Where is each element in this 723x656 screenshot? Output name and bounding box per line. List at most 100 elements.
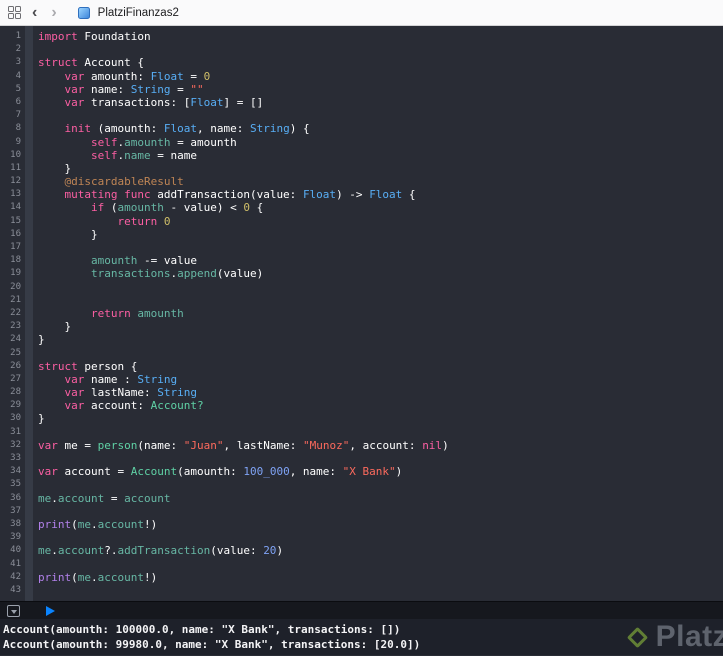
code-line[interactable]: 3 struct Account {	[0, 56, 723, 69]
line-number[interactable]: 15	[0, 215, 25, 228]
line-number[interactable]: 9	[0, 136, 25, 149]
console-area[interactable]: Account(amounth: 100000.0, name: "X Bank…	[0, 619, 723, 655]
code-line[interactable]: 14 if (amounth - value) < 0 {	[0, 201, 723, 214]
line-number[interactable]: 27	[0, 373, 25, 386]
line-number[interactable]: 7	[0, 109, 25, 122]
line-number[interactable]: 29	[0, 399, 25, 412]
code-line[interactable]: 33	[0, 452, 723, 465]
fold-ribbon-segment	[25, 571, 33, 584]
forward-button[interactable]: ›	[48, 4, 59, 21]
code-token: Float	[150, 69, 184, 83]
line-number[interactable]: 14	[0, 201, 25, 214]
code-line[interactable]: 29 var account: Account?	[0, 399, 723, 412]
line-number[interactable]: 17	[0, 241, 25, 254]
line-number[interactable]: 23	[0, 320, 25, 333]
line-number[interactable]: 10	[0, 149, 25, 162]
line-number[interactable]: 21	[0, 294, 25, 307]
code-line[interactable]: 22 return amounth	[0, 307, 723, 320]
line-number[interactable]: 5	[0, 83, 25, 96]
code-line[interactable]: 7	[0, 109, 723, 122]
line-number[interactable]: 28	[0, 386, 25, 399]
line-number[interactable]: 6	[0, 96, 25, 109]
code-line[interactable]: 18 amounth -= value	[0, 254, 723, 267]
toggle-console-icon[interactable]	[7, 604, 20, 617]
code-line[interactable]: 39	[0, 531, 723, 544]
code-line[interactable]: 1 import Foundation	[0, 30, 723, 43]
code-line[interactable]: 2	[0, 43, 723, 56]
code-line[interactable]: 5 var name: String = ""	[0, 83, 723, 96]
line-number[interactable]: 11	[0, 162, 25, 175]
code-line[interactable]: 19 transactions.append(value)	[0, 267, 723, 280]
line-number[interactable]: 40	[0, 544, 25, 557]
line-number[interactable]: 31	[0, 426, 25, 439]
related-items-grid-icon[interactable]	[8, 6, 21, 19]
line-number[interactable]: 13	[0, 188, 25, 201]
code-line[interactable]: 32 var me = person(name: "Juan", lastName…	[0, 439, 723, 452]
line-number[interactable]: 1	[0, 30, 25, 43]
line-number[interactable]: 39	[0, 531, 25, 544]
back-button[interactable]: ‹	[29, 4, 40, 21]
code-line[interactable]: 24}	[0, 333, 723, 346]
code-line[interactable]: 40 me.account?.addTransaction(value: 20)	[0, 544, 723, 557]
code-text: }	[33, 162, 71, 175]
code-line[interactable]: 17	[0, 241, 723, 254]
line-number[interactable]: 12	[0, 175, 25, 188]
code-line[interactable]: 41	[0, 558, 723, 571]
code-line[interactable]: 27 var name : String	[0, 373, 723, 386]
run-button[interactable]	[46, 605, 55, 616]
line-number[interactable]: 8	[0, 122, 25, 135]
line-number[interactable]: 4	[0, 70, 25, 83]
line-number[interactable]: 35	[0, 478, 25, 491]
line-number[interactable]: 33	[0, 452, 25, 465]
code-line[interactable]: 11 }	[0, 162, 723, 175]
code-line[interactable]: 35	[0, 478, 723, 491]
line-number[interactable]: 16	[0, 228, 25, 241]
code-line[interactable]: 12 @discardableResult	[0, 175, 723, 188]
line-number[interactable]: 30	[0, 412, 25, 425]
line-number[interactable]: 24	[0, 333, 25, 346]
line-number[interactable]: 38	[0, 518, 25, 531]
line-number[interactable]: 26	[0, 360, 25, 373]
code-line[interactable]: 36 me.account = account	[0, 492, 723, 505]
line-number[interactable]: 36	[0, 492, 25, 505]
code-line[interactable]: 20	[0, 281, 723, 294]
code-line[interactable]: 30}	[0, 412, 723, 425]
code-line[interactable]: 8 init (amounth: Float, name: String) {	[0, 122, 723, 135]
code-line[interactable]: 13 mutating func addTransaction(value: F…	[0, 188, 723, 201]
line-number[interactable]: 2	[0, 43, 25, 56]
code-line[interactable]: 26 struct person {	[0, 360, 723, 373]
line-number[interactable]: 18	[0, 254, 25, 267]
line-number[interactable]: 41	[0, 558, 25, 571]
code-line[interactable]: 10 self.name = name	[0, 149, 723, 162]
code-token: ) ->	[336, 188, 370, 202]
line-number[interactable]: 25	[0, 347, 25, 360]
line-number[interactable]: 37	[0, 505, 25, 518]
code-editor[interactable]: 1 import Foundation 2 3 struct Account {4 va…	[0, 26, 723, 601]
line-number[interactable]: 34	[0, 465, 25, 478]
code-line[interactable]: 43	[0, 584, 723, 597]
code-line[interactable]: 15 return 0	[0, 215, 723, 228]
line-number[interactable]: 20	[0, 281, 25, 294]
code-line[interactable]: 21	[0, 294, 723, 307]
line-number[interactable]: 42	[0, 571, 25, 584]
code-line[interactable]: 4 var amounth: Float = 0	[0, 70, 723, 83]
code-line[interactable]: 28 var lastName: String	[0, 386, 723, 399]
code-line[interactable]: 38 print(me.account!)	[0, 518, 723, 531]
code-line[interactable]: 42 print(me.account!)	[0, 571, 723, 584]
code-line[interactable]: 34 var account = Account(amounth: 100_000…	[0, 465, 723, 478]
code-line[interactable]: 9 self.amounth = amounth	[0, 136, 723, 149]
code-line[interactable]: 37	[0, 505, 723, 518]
code-line[interactable]: 31	[0, 426, 723, 439]
code-token: append	[177, 267, 217, 281]
line-number[interactable]: 19	[0, 267, 25, 280]
code-line[interactable]: 16 }	[0, 228, 723, 241]
line-number[interactable]: 43	[0, 584, 25, 597]
line-number[interactable]: 22	[0, 307, 25, 320]
line-number[interactable]: 32	[0, 439, 25, 452]
line-number[interactable]: 3	[0, 56, 25, 69]
console-line: Account(amounth: 100000.0, name: "X Bank…	[3, 623, 401, 636]
code-line[interactable]: 25	[0, 347, 723, 360]
code-line[interactable]: 23 }	[0, 320, 723, 333]
code-line[interactable]: 6 var transactions: [Float] = []	[0, 96, 723, 109]
